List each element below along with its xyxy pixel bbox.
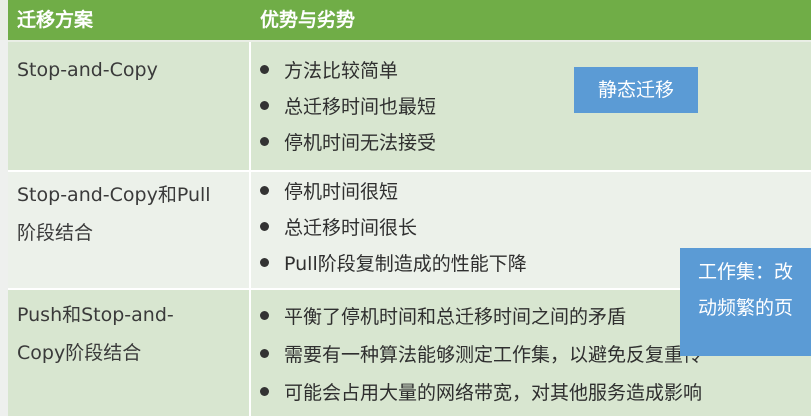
column-divider [249,290,251,416]
working-set-tag: 工作集：改 动频繁的页 [680,248,811,356]
working-set-line: 工作集：改 [697,261,793,283]
list-item-text: 可能会占用大量的网络带宽，对其他服务造成影响 [284,382,703,404]
list-item: 停机时间很短 [260,177,398,207]
list-item: 停机时间无法接受 [260,128,436,158]
list-item: 总迁移时间很长 [260,213,417,243]
bullet-icon [260,101,269,110]
column-divider [249,42,251,170]
column-divider [249,172,251,288]
scheme-line: Push和Stop-and- [17,304,174,326]
scheme-line: Stop-and-Copy和Pull [17,184,211,206]
list-item-text: 需要有一种算法能够测定工作集，以避免反复重传 [284,344,703,366]
header-scheme: 迁移方案 [17,9,94,31]
list-item-text: 总迁移时间很长 [284,217,418,239]
list-item: 方法比较简单 [260,56,398,86]
bullet-icon [260,311,269,320]
list-item-text: 停机时间很短 [284,181,399,203]
table-header: 迁移方案 优势与劣势 [8,0,811,40]
list-item: 需要有一种算法能够测定工作集，以避免反复重传 [260,340,702,370]
bullet-icon [260,387,269,396]
list-item-text: 平衡了停机时间和总迁移时间之间的矛盾 [284,306,627,328]
list-item: 平衡了停机时间和总迁移时间之间的矛盾 [260,302,626,332]
list-item: Pull阶段复制造成的性能下降 [260,249,527,279]
scheme-line: 阶段结合 [17,222,94,244]
list-item-text: 停机时间无法接受 [284,132,437,154]
scheme-line: Stop-and-Copy [17,59,158,81]
scheme-line: Copy阶段结合 [17,342,142,364]
list-item-text: 方法比较简单 [284,60,399,82]
scheme-name: Stop-and-Copy和Pull 阶段结合 [17,176,211,252]
list-item: 可能会占用大量的网络带宽，对其他服务造成影响 [260,378,702,408]
bullet-icon [260,137,269,146]
list-item-text: Pull阶段复制造成的性能下降 [284,253,527,275]
bullet-icon [260,349,269,358]
list-item: 总迁移时间也最短 [260,92,436,122]
header-pros-cons: 优势与劣势 [260,9,356,31]
scheme-name: Stop-and-Copy [17,51,158,89]
working-set-line: 动频繁的页 [697,297,793,319]
left-edge [0,40,8,416]
static-migration-tag: 静态迁移 [574,67,698,113]
bullet-icon [260,258,269,267]
list-item-text: 总迁移时间也最短 [284,96,437,118]
bullet-icon [260,186,269,195]
bullet-icon [260,222,269,231]
scheme-name: Push和Stop-and- Copy阶段结合 [17,296,174,372]
comparison-table: 迁移方案 优势与劣势 Stop-and-Copy 方法比较简单 总迁移时间也最短… [0,0,811,416]
bullet-icon [260,65,269,74]
